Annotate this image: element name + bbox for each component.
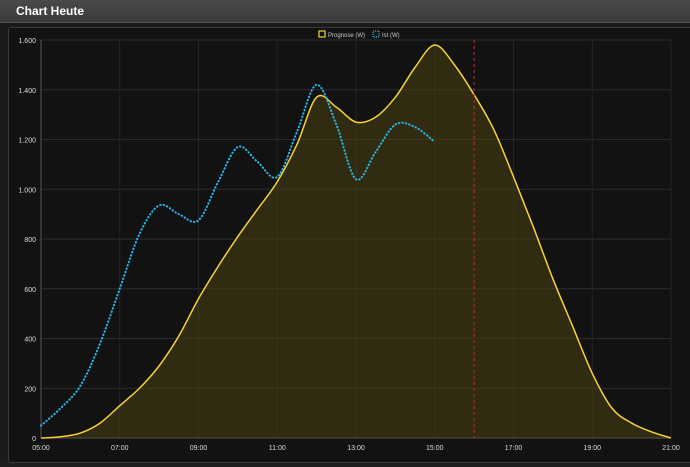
x-tick-label: 21:00	[662, 445, 680, 452]
x-tick-label: 17:00	[505, 445, 523, 452]
y-tick-label: 1.000	[18, 187, 36, 194]
y-tick-label: 400	[24, 337, 36, 344]
x-tick-label: 05:00	[32, 445, 50, 452]
x-tick-label: 15:00	[426, 445, 444, 452]
legend-swatch-prognose	[318, 30, 326, 38]
panel-header: Chart Heute	[0, 0, 690, 23]
x-tick-label: 07:00	[111, 445, 129, 452]
y-tick-label: 1.200	[18, 138, 36, 145]
panel-title: Chart Heute	[16, 4, 85, 18]
legend-label-ist: Ist (W)	[382, 33, 400, 39]
x-tick-label: 09:00	[190, 445, 208, 452]
x-tick-label: 11:00	[269, 445, 286, 452]
x-tick-label: 19:00	[583, 445, 601, 452]
y-tick-label: 1.600	[18, 38, 36, 45]
y-tick-label: 800	[24, 237, 36, 244]
x-tick-label: 13:00	[347, 445, 365, 452]
chart-frame: 0 200 400 600 800 1.000 1.200 1.400 1.600 05:00 07…	[8, 27, 690, 463]
legend-label-prognose: Prognose (W)	[328, 33, 365, 39]
y-tick-label: 200	[24, 386, 36, 393]
chart-panel: Chart Heute 0 200 400 600 800 1.000 1.200 1.400…	[0, 0, 690, 463]
y-tick-label: 1.400	[18, 88, 36, 95]
chart: 0 200 400 600 800 1.000 1.200 1.400 1.600 05:00 07…	[18, 30, 680, 452]
legend-swatch-ist	[372, 30, 380, 38]
y-tick-label: 600	[24, 287, 36, 294]
y-tick-label: 0	[32, 436, 36, 443]
